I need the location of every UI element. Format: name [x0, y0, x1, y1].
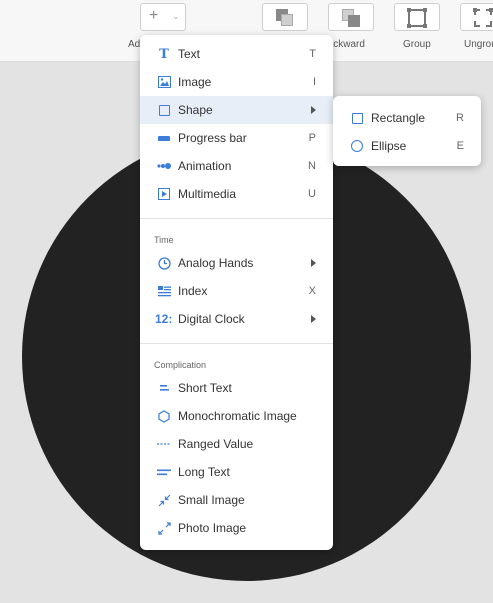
group-button[interactable] — [394, 3, 440, 31]
forward-button[interactable] — [262, 3, 308, 31]
menu-item-label: Photo Image — [178, 521, 247, 535]
menu-item-long-text[interactable]: Long Text — [140, 458, 333, 486]
chevron-right-icon — [311, 259, 316, 267]
text-icon: T — [159, 46, 169, 62]
menu-item-label: Ranged Value — [178, 437, 254, 451]
group-icon — [407, 8, 427, 28]
shape-icon — [157, 103, 171, 117]
plus-icon: + — [149, 7, 159, 24]
menu-item-analog-hands[interactable]: Analog Hands — [140, 249, 333, 277]
menu-item-progress-bar[interactable]: Progress bar P — [140, 124, 333, 152]
menu-item-index[interactable]: Index X — [140, 277, 333, 305]
menu-item-label: Multimedia — [178, 187, 237, 201]
menu-item-label: Animation — [178, 159, 232, 173]
send-backward-icon — [342, 9, 360, 27]
bring-forward-icon — [276, 9, 294, 27]
backward-button[interactable] — [328, 3, 374, 31]
digital-clock-icon: 12: — [155, 312, 173, 326]
ungroup-label: Ungroup — [464, 39, 493, 50]
menu-item-text[interactable]: T Text T — [140, 40, 333, 68]
menu-item-monochromatic-image[interactable]: Monochromatic Image — [140, 402, 333, 430]
shortcut-label: E — [456, 140, 464, 152]
menu-item-animation[interactable]: Animation N — [140, 152, 333, 180]
section-header-complication: Complication — [154, 360, 207, 370]
menu-item-label: Image — [178, 75, 212, 89]
ranged-value-icon — [157, 437, 171, 451]
menu-divider — [140, 218, 333, 219]
shortcut-label: U — [308, 188, 316, 200]
menu-item-shape[interactable]: Shape — [140, 96, 333, 124]
shortcut-label: N — [308, 160, 316, 172]
menu-item-short-text[interactable]: Short Text — [140, 374, 333, 402]
group-label: Group — [403, 39, 431, 50]
multimedia-icon — [157, 187, 171, 201]
clock-icon — [157, 256, 171, 270]
small-image-icon — [157, 493, 171, 507]
menu-item-photo-image[interactable]: Photo Image — [140, 514, 333, 542]
menu-divider — [140, 343, 333, 344]
shortcut-label: I — [312, 76, 316, 88]
photo-image-icon — [157, 521, 171, 535]
progress-bar-icon — [157, 131, 171, 145]
ellipse-icon — [350, 139, 364, 153]
menu-item-label: Short Text — [178, 381, 232, 395]
shortcut-label: R — [456, 112, 464, 124]
shortcut-label: T — [309, 48, 316, 60]
animation-icon — [157, 159, 171, 173]
menu-item-label: Text — [178, 47, 201, 61]
menu-item-digital-clock[interactable]: 12: Digital Clock — [140, 305, 333, 333]
add-button[interactable]: + ⌄ — [140, 3, 186, 31]
shape-submenu: Rectangle R Ellipse E — [333, 96, 481, 166]
ungroup-icon — [473, 8, 493, 27]
chevron-right-icon — [311, 106, 316, 114]
menu-item-label: Shape — [178, 103, 213, 117]
menu-item-label: Ellipse — [371, 139, 407, 153]
chevron-right-icon — [311, 315, 316, 323]
menu-item-small-image[interactable]: Small Image — [140, 486, 333, 514]
submenu-item-ellipse[interactable]: Ellipse E — [333, 132, 481, 160]
submenu-item-rectangle[interactable]: Rectangle R — [333, 104, 481, 132]
add-menu: T Text T Image I Shape Progress bar P An… — [140, 35, 333, 550]
long-text-icon — [157, 465, 171, 479]
shortcut-label: P — [308, 132, 316, 144]
index-icon — [157, 284, 171, 298]
menu-item-label: Index — [178, 284, 208, 298]
menu-item-ranged-value[interactable]: Ranged Value — [140, 430, 333, 458]
hexagon-icon — [157, 409, 171, 423]
menu-item-label: Long Text — [178, 465, 230, 479]
chevron-down-icon[interactable]: ⌄ — [172, 11, 180, 22]
section-header-time: Time — [154, 235, 174, 245]
ungroup-button[interactable] — [460, 3, 493, 31]
menu-item-label: Progress bar — [178, 131, 247, 145]
shortcut-label: X — [308, 285, 316, 297]
image-icon — [157, 75, 171, 89]
menu-item-label: Small Image — [178, 493, 245, 507]
menu-item-label: Rectangle — [371, 111, 426, 125]
short-text-icon — [157, 381, 171, 395]
menu-item-multimedia[interactable]: Multimedia U — [140, 180, 333, 208]
menu-item-label: Analog Hands — [178, 256, 254, 270]
menu-item-label: Digital Clock — [178, 312, 245, 326]
menu-item-label: Monochromatic Image — [178, 409, 297, 423]
rectangle-icon — [350, 111, 364, 125]
menu-item-image[interactable]: Image I — [140, 68, 333, 96]
